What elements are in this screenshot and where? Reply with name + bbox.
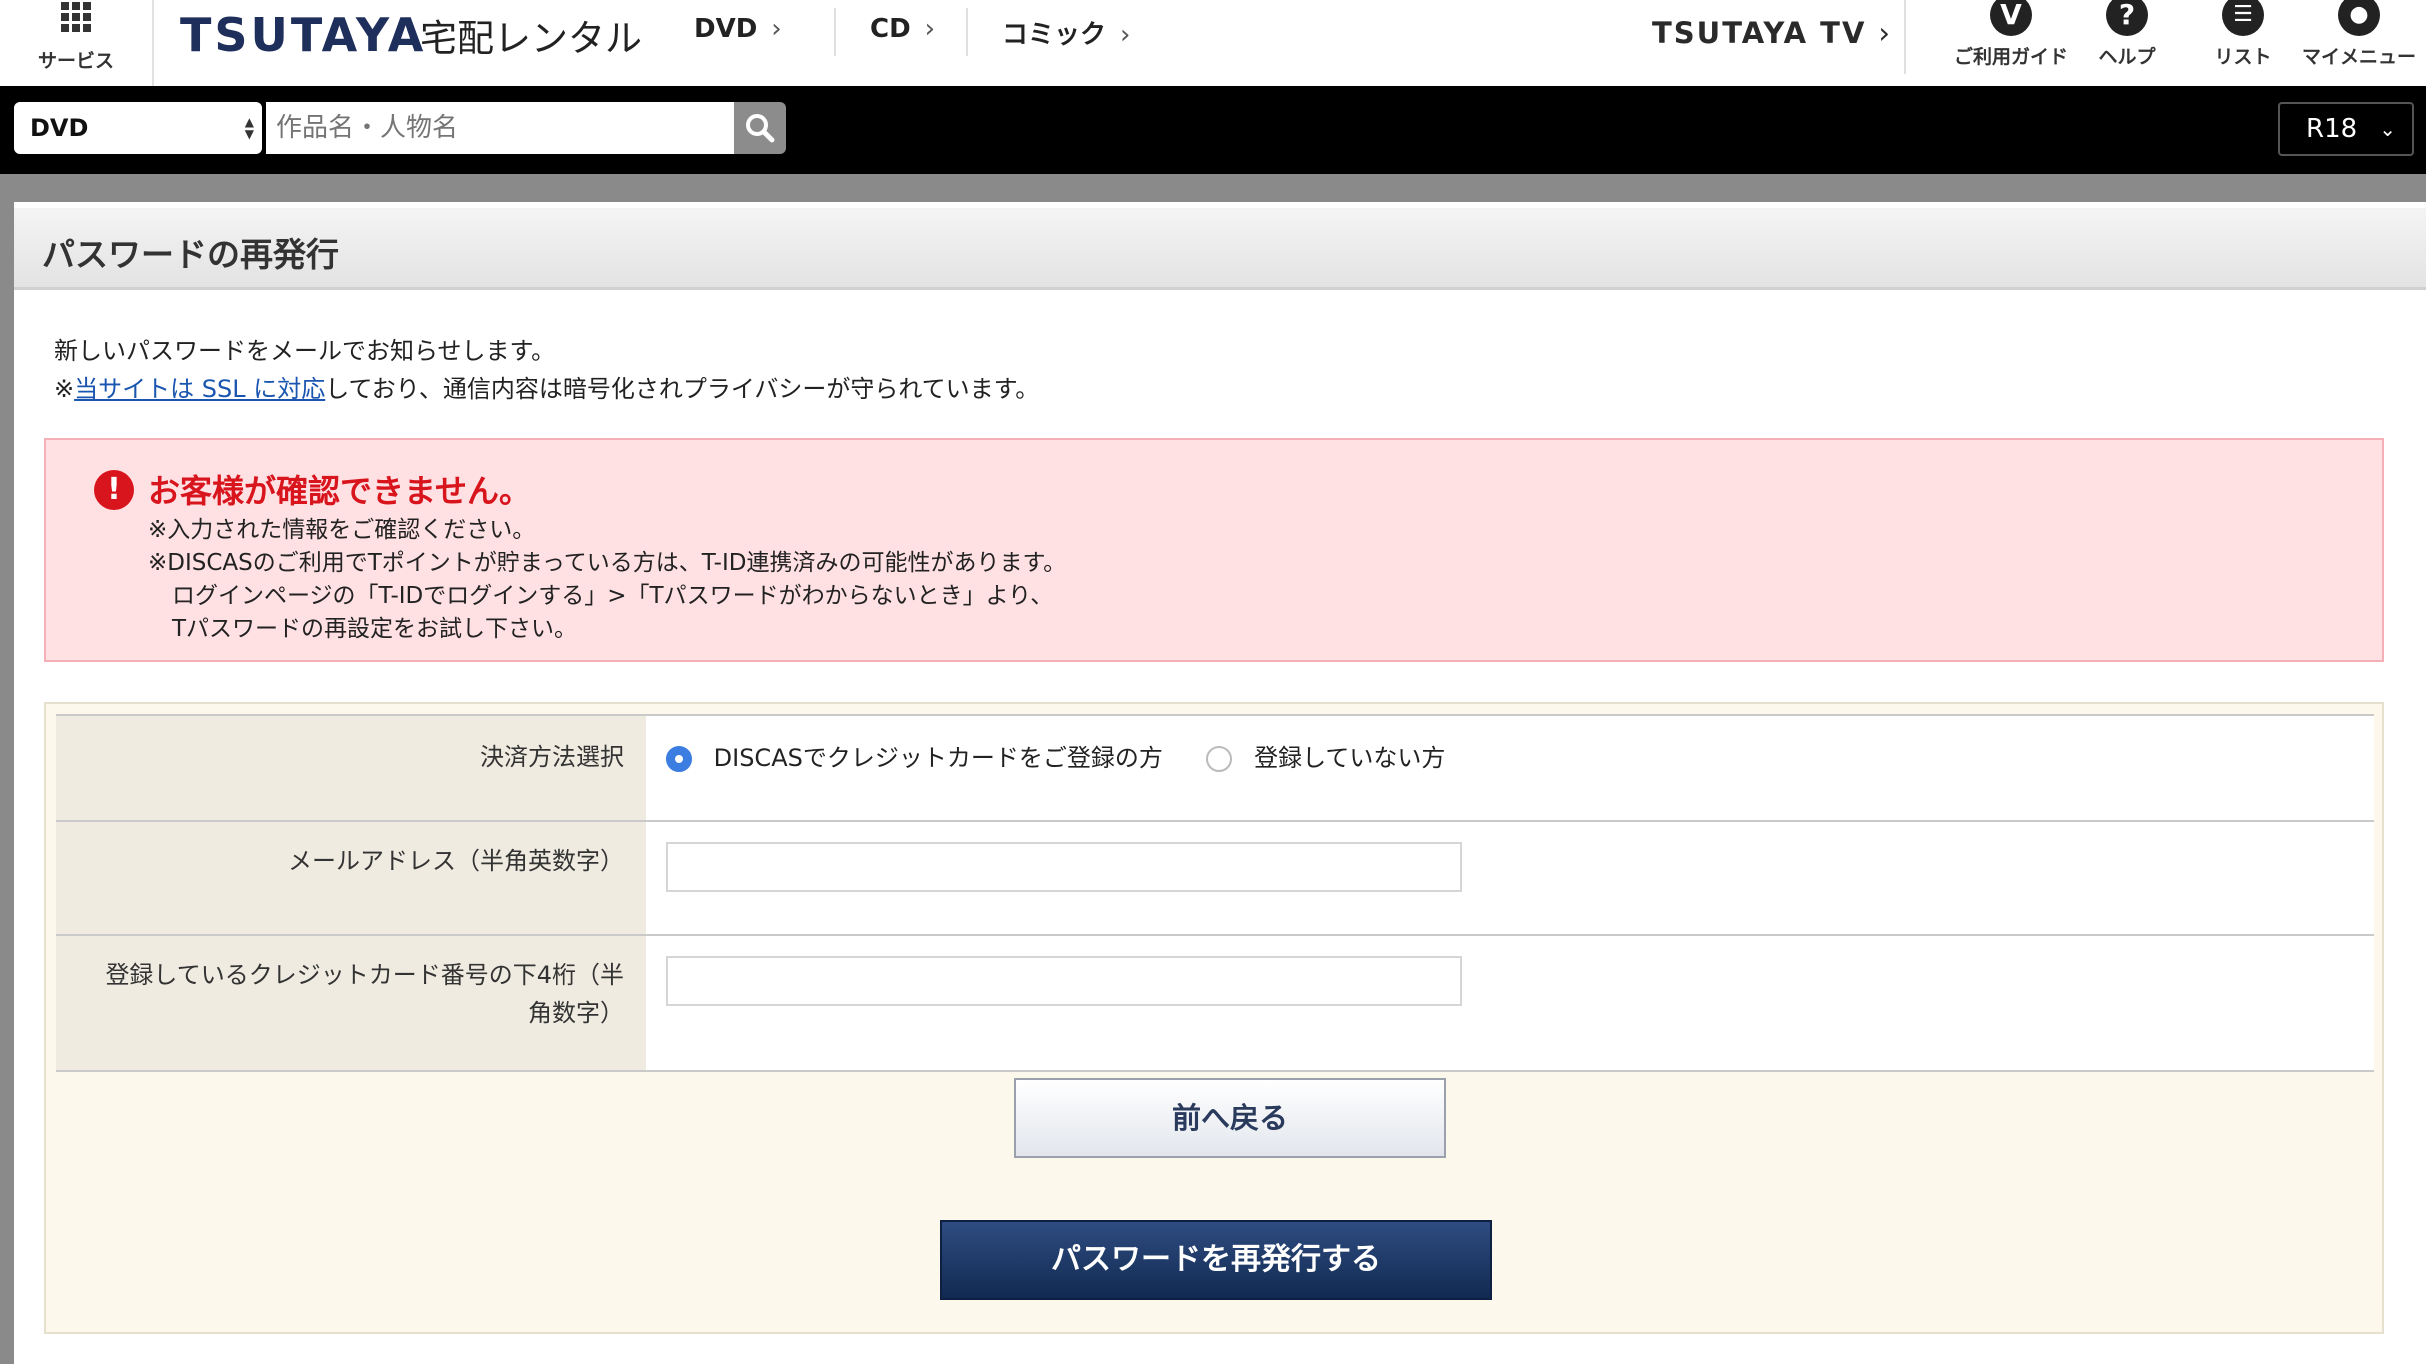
email-label: メールアドレス（半角英数字）: [56, 820, 646, 935]
nav-comic[interactable]: コミック ›: [1002, 14, 1130, 51]
help-label: ヘルプ: [2098, 46, 2156, 68]
card-digits-field[interactable]: [666, 956, 1462, 1006]
services-label: サービス: [37, 50, 114, 72]
select-arrows-icon: ▲ ▼: [244, 115, 254, 141]
guide-button[interactable]: V ご利用ガイド: [1951, 0, 2071, 69]
nav-divider: [834, 8, 836, 56]
back-button[interactable]: 前へ戻る: [1014, 1078, 1446, 1158]
chevron-right-icon: ›: [771, 14, 782, 44]
search-button[interactable]: [734, 102, 786, 154]
payment-options: DISCASでクレジットカードをご登録の方 登録していない方: [646, 714, 2374, 821]
nav-comic-label: コミック: [1002, 20, 1107, 50]
nav-cd-label: CD: [870, 14, 911, 44]
main-content: パスワードの再発行 新しいパスワードをメールでお知らせします。 ※当サイトは S…: [14, 202, 2426, 1364]
intro-text: 新しいパスワードをメールでお知らせします。 ※当サイトは SSL に対応しており…: [54, 332, 1039, 408]
error-line: ※入力された情報をご確認ください。: [148, 517, 536, 543]
tsutaya-tv-link[interactable]: TSUTAYA TV ›: [1652, 16, 1892, 50]
alert-icon: !: [94, 470, 134, 510]
email-row: メールアドレス（半角英数字）: [56, 820, 2374, 935]
ssl-link[interactable]: 当サイトは SSL に対応: [74, 375, 325, 403]
ssl-suffix: しており、通信内容は暗号化されプライバシーが守られています。: [325, 375, 1040, 403]
form-table: 決済方法選択 DISCASでクレジットカードをご登録の方 登録していない方 メー…: [56, 714, 2374, 1072]
error-line: Tパスワードの再設定をお試し下さい。: [172, 616, 578, 642]
chevron-down-icon: ⌄: [2379, 117, 2396, 141]
list-label: リスト: [2214, 46, 2272, 68]
help-icon: ?: [2106, 0, 2148, 36]
list-button[interactable]: ☰ リスト: [2183, 0, 2303, 69]
chevron-right-icon: ›: [1878, 16, 1893, 50]
my-menu-button[interactable]: ● マイメニュー: [2299, 0, 2419, 69]
payment-option-unregistered-label[interactable]: 登録していない方: [1254, 744, 1445, 772]
payment-option-registered-label[interactable]: DISCASでクレジットカードをご登録の方: [714, 744, 1163, 772]
error-body: ※入力された情報をご確認ください。 ※DISCASのご利用でTポイントが貯まって…: [148, 514, 1066, 646]
nav-divider: [966, 8, 968, 56]
reissue-form: 決済方法選択 DISCASでクレジットカードをご登録の方 登録していない方 メー…: [44, 702, 2384, 1334]
search-bar: DVD ▲▼ R18 ⌄: [0, 86, 2426, 174]
card-label: 登録しているクレジットカード番号の下4桁（半角数字）: [56, 934, 646, 1072]
logo-subtitle[interactable]: 宅配レンタル: [420, 8, 642, 62]
nav-cd[interactable]: CD ›: [870, 14, 935, 44]
payment-option-unregistered-radio[interactable]: [1206, 746, 1233, 772]
chevron-right-icon: ›: [924, 14, 936, 44]
reissue-password-button[interactable]: パスワードを再発行する: [940, 1220, 1492, 1300]
ssl-prefix: ※: [54, 375, 75, 403]
search-input[interactable]: [266, 102, 734, 154]
error-message-box: ! お客様が確認できません。 ※入力された情報をご確認ください。 ※DISCAS…: [44, 438, 2384, 662]
ssl-notice: ※当サイトは SSL に対応しており、通信内容は暗号化されプライバシーが守られて…: [54, 370, 1039, 408]
r18-dropdown[interactable]: R18 ⌄: [2278, 102, 2414, 156]
error-title: お客様が確認できません。: [148, 472, 532, 510]
guide-label: ご利用ガイド: [1953, 46, 2068, 68]
top-nav: サービス TSUTAYA 宅配レンタル DVD › CD › コミック › TSUTA…: [0, 0, 2426, 86]
grid-icon: [61, 2, 91, 32]
email-field[interactable]: [666, 842, 1462, 892]
payment-option-registered-radio[interactable]: [666, 746, 692, 772]
page-title: パスワードの再発行: [42, 235, 339, 274]
error-line: ※DISCASのご利用でTポイントが貯まっている方は、T-ID連携済みの可能性が…: [148, 550, 1067, 576]
nav-dvd-label: DVD: [694, 14, 758, 44]
payment-label: 決済方法選択: [56, 714, 646, 821]
help-button[interactable]: ? ヘルプ: [2067, 0, 2187, 69]
error-line: ログインページの「T-IDでログインする」>「Tパスワードがわからないとき」より…: [172, 583, 1054, 609]
shield-icon: V: [1990, 0, 2032, 36]
card-row: 登録しているクレジットカード番号の下4桁（半角数字）: [56, 934, 2374, 1072]
list-icon: ☰: [2222, 0, 2264, 36]
category-select-value: DVD: [30, 114, 89, 142]
chevron-right-icon: ›: [1120, 20, 1131, 50]
page-title-bar: パスワードの再発行: [14, 208, 2426, 290]
intro-line: 新しいパスワードをメールでお知らせします。: [54, 337, 556, 365]
services-menu-button[interactable]: サービス: [0, 0, 154, 86]
category-select[interactable]: DVD ▲ ▼: [14, 102, 262, 154]
tsutaya-tv-label: TSUTAYA TV: [1652, 16, 1867, 50]
user-icon: ●: [2338, 0, 2380, 36]
r18-label: R18: [2306, 114, 2358, 144]
nav-dvd[interactable]: DVD ›: [694, 14, 782, 44]
search-icon: [746, 114, 775, 143]
payment-row: 決済方法選択 DISCASでクレジットカードをご登録の方 登録していない方: [56, 714, 2374, 821]
my-menu-label: マイメニュー: [2301, 46, 2416, 68]
nav-divider: [1904, 0, 1906, 74]
tsutaya-logo[interactable]: TSUTAYA: [180, 8, 426, 62]
